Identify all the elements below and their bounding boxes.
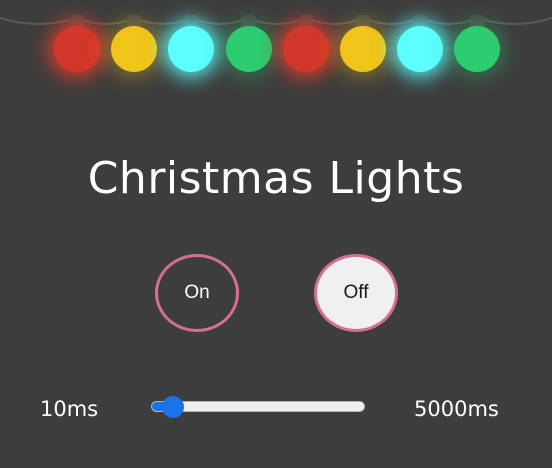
speed-min-label: 10ms: [40, 397, 99, 421]
bulb-glass: [111, 26, 158, 72]
speed-slider-thumb[interactable]: [161, 396, 184, 418]
bulb-glass: [397, 26, 444, 72]
bulb-glass: [340, 26, 386, 72]
bulb-icon: [225, 0, 272, 76]
on-button[interactable]: On: [155, 254, 239, 332]
bulb-glass: [225, 26, 272, 72]
bulb-icon: [54, 0, 100, 76]
speed-max-label: 5000ms: [414, 397, 499, 421]
bulb-glass: [54, 26, 100, 72]
bulb-icon: [282, 0, 329, 76]
bulb-icon: [397, 0, 444, 76]
christmas-lights-app: Christmas Lights On Off 10ms 5000ms: [0, 0, 552, 468]
bulb-glass: [282, 26, 329, 72]
page-title: Christmas Lights: [87, 153, 465, 204]
bulb-glass: [454, 26, 501, 72]
bulb-icon: [340, 0, 386, 76]
light-string: [0, 0, 552, 80]
bulb-icon: [454, 0, 501, 76]
bulb-icon: [111, 0, 158, 76]
off-button[interactable]: Off: [314, 254, 398, 332]
bulb-icon: [168, 0, 215, 76]
bulb-glass: [168, 26, 215, 72]
